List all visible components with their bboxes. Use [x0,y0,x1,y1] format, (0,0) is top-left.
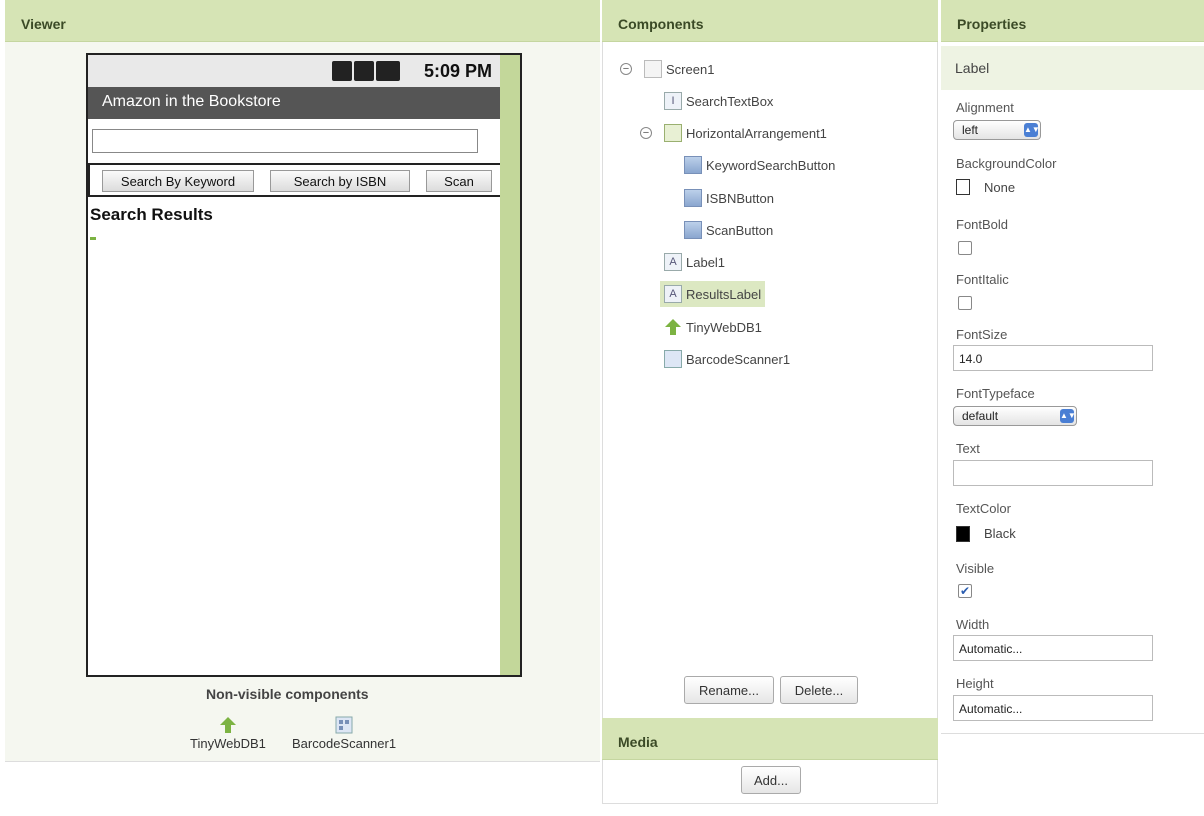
viewer-header: Viewer [5,0,600,42]
bgcolor-value[interactable]: None [984,180,1015,195]
nonvisible-tinywebdb-label: TinyWebDB1 [190,736,266,751]
select-arrows-icon: ▲▼ [1060,409,1076,423]
typeface-value: default [962,409,999,423]
alignment-select[interactable]: left ▲▼ [953,120,1041,140]
bgcolor-label: BackgroundColor [956,156,1057,171]
label-icon: A [664,285,682,303]
phone-search-textbox[interactable] [92,129,478,153]
tree-item-label: Label1 [686,254,726,270]
visible-label: Visible [956,561,995,576]
battery-icon [376,61,400,81]
tree-item-searchtextbox[interactable]: I SearchTextBox [664,90,773,112]
textbox-icon: I [664,92,682,110]
tree-item-label: HorizontalArrangement1 [686,125,827,141]
text-input[interactable] [953,460,1153,486]
phone-title-bar: Amazon in the Bookstore [88,87,500,119]
bgcolor-swatch[interactable] [956,179,970,195]
collapse-harr-icon[interactable]: − [640,127,652,139]
up-arrow-icon [664,318,682,336]
nonvisible-barcodescanner-label: BarcodeScanner1 [292,736,397,751]
tree-item-label: KeywordSearchButton [706,157,836,173]
nonvisible-tinywebdb[interactable]: TinyWebDB1 [190,716,266,751]
fontsize-input[interactable]: 14.0 [953,345,1153,371]
text-label: Text [956,441,980,456]
tree-item-barcodescanner1[interactable]: BarcodeScanner1 [664,348,790,370]
fontitalic-checkbox[interactable] [958,296,972,310]
fontbold-checkbox[interactable] [958,241,972,255]
tree-item-horizontalarrangement1[interactable]: HorizontalArrangement1 [664,122,827,144]
phone-keyword-button[interactable]: Search By Keyword [102,170,254,192]
width-input[interactable]: Automatic... [953,635,1153,661]
nonvisible-barcodescanner[interactable]: BarcodeScanner1 [292,716,396,751]
select-arrows-icon: ▲▼ [1024,123,1040,137]
phone-button-row: Search By Keyword Search by ISBN Scan [88,163,500,197]
tree-item-screen1[interactable]: Screen1 [644,58,714,80]
properties-header: Properties [941,0,1204,42]
properties-title: Properties [957,16,1027,32]
typeface-label: FontTypeface [956,386,1035,401]
media-title: Media [618,734,658,750]
selected-component-type: Label [941,46,1204,90]
phone-status-bar: 5:09 PM [88,55,500,87]
fontitalic-label: FontItalic [956,272,1009,287]
phone-isbn-button[interactable]: Search by ISBN [270,170,410,192]
phone-scan-button[interactable]: Scan [426,170,492,192]
tree-item-scanbutton[interactable]: ScanButton [684,219,773,241]
phone-preview: 5:09 PM Amazon in the Bookstore Search B… [86,53,522,677]
components-title: Components [618,16,704,32]
horizontal-arrangement-icon [664,124,682,142]
tree-item-tinywebdb1[interactable]: TinyWebDB1 [664,316,762,338]
textcolor-value[interactable]: Black [984,526,1016,541]
alignment-value: left [962,123,979,137]
rename-button[interactable]: Rename... [684,676,774,704]
fontsize-label: FontSize [956,327,1008,342]
typeface-select[interactable]: default ▲▼ [953,406,1077,426]
button-icon [684,156,702,174]
textcolor-swatch[interactable] [956,526,970,542]
nonvisible-title: Non-visible components [206,686,369,702]
collapse-screen1-icon[interactable]: − [620,63,632,75]
status-icons [332,61,400,81]
visible-checkbox[interactable]: ✔ [958,584,972,598]
components-header: Components [602,0,938,42]
alignment-label: Alignment [956,100,1014,115]
status-time: 5:09 PM [423,61,492,81]
media-header: Media [602,718,938,760]
network-icon [332,61,352,81]
button-icon [684,189,702,207]
phone-label-marker [90,237,96,240]
fontbold-label: FontBold [956,217,1009,232]
phone-results-label: Search Results [90,205,213,224]
tree-item-resultslabel[interactable]: A ResultsLabel [660,281,766,307]
tree-item-label1[interactable]: A Label1 [664,251,725,273]
phone-scrollbar [500,55,520,675]
tree-item-label: ResultsLabel [686,286,762,302]
viewer-title: Viewer [21,16,66,32]
tree-item-label: BarcodeScanner1 [686,351,791,367]
add-media-button[interactable]: Add... [741,766,801,794]
barcode-icon [664,350,682,368]
up-arrow-icon [219,716,237,734]
tree-item-label: Screen1 [666,61,715,77]
width-label: Width [956,617,990,632]
signal-icon [354,61,374,81]
tree-item-isbnbutton[interactable]: ISBNButton [684,187,774,209]
label-icon: A [664,253,682,271]
tree-item-label: ScanButton [706,222,774,238]
textcolor-label: TextColor [956,501,1011,516]
barcode-icon [335,716,353,734]
tree-item-label: TinyWebDB1 [686,319,762,335]
height-input[interactable]: Automatic... [953,695,1153,721]
tree-item-label: ISBNButton [706,190,774,206]
tree-item-keywordsearchbutton[interactable]: KeywordSearchButton [684,154,835,176]
button-icon [684,221,702,239]
tree-item-label: SearchTextBox [686,93,774,109]
delete-button[interactable]: Delete... [780,676,858,704]
height-label: Height [956,676,994,691]
screen-icon [644,60,662,78]
